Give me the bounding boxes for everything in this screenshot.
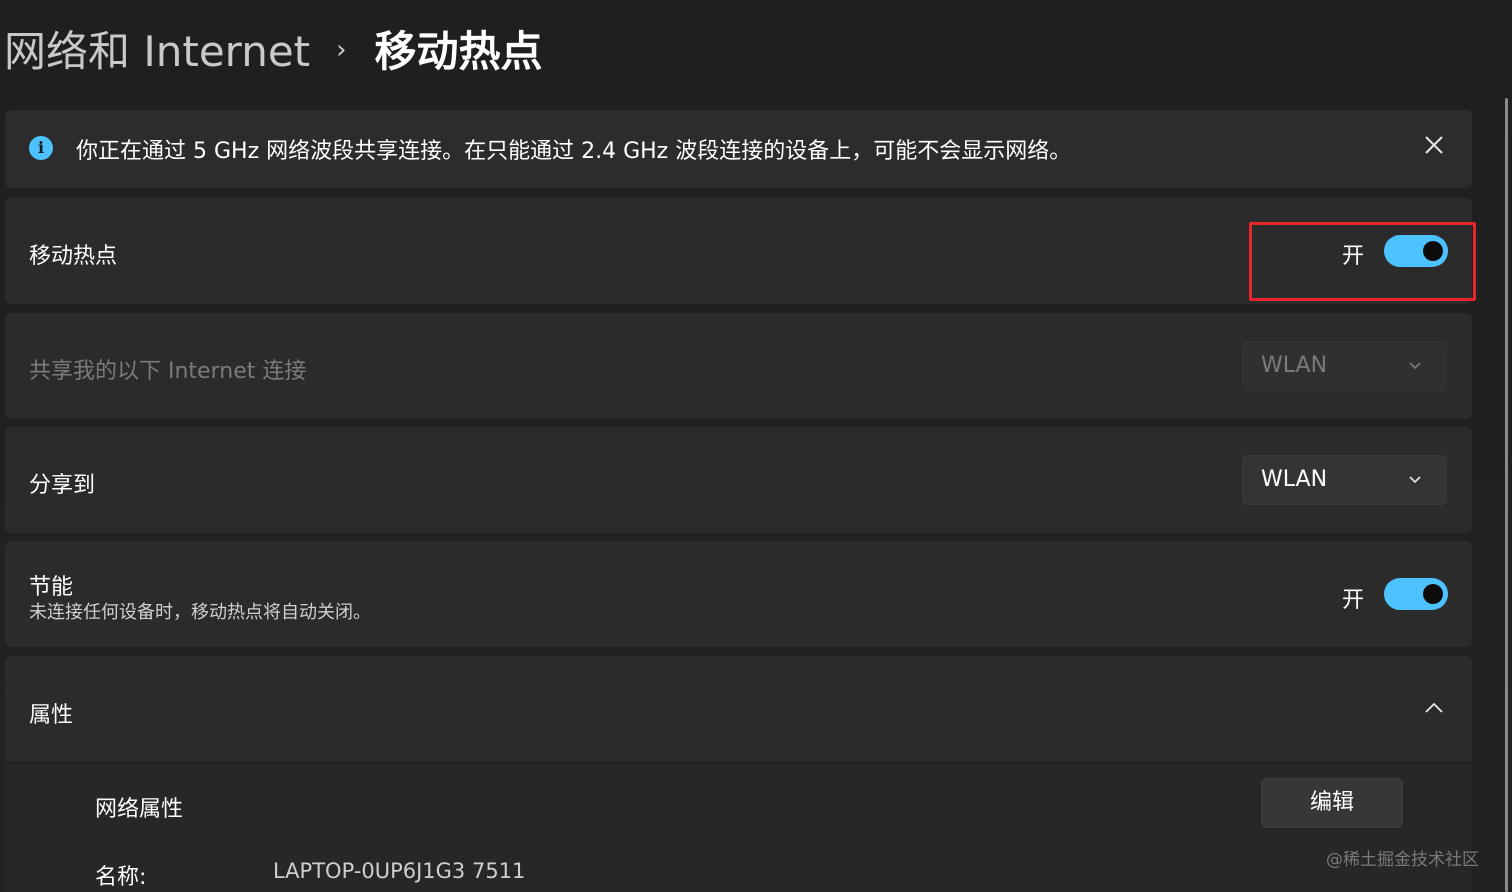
info-icon: i: [29, 136, 53, 160]
breadcrumb: 网络和 Internet › 移动热点: [4, 22, 543, 82]
chevron-down-icon: [1409, 476, 1421, 484]
network-properties-label: 网络属性: [95, 797, 184, 822]
properties-header[interactable]: [5, 656, 1472, 762]
share-from-label: 共享我的以下 Internet 连接: [29, 359, 307, 384]
name-value: LAPTOP-0UP6J1G3 7511: [273, 859, 526, 883]
watermark: @稀土掘金技术社区: [1326, 850, 1479, 870]
settings-page: 网络和 Internet › 移动热点 i 你正在通过 5 GHz 网络波段共享…: [0, 0, 1512, 892]
hotspot-label: 移动热点: [29, 244, 118, 269]
share-to-value: WLAN: [1261, 467, 1328, 492]
page-title: 移动热点: [374, 27, 543, 76]
edit-button[interactable]: 编辑: [1261, 778, 1403, 828]
share-to-label: 分享到: [29, 473, 96, 498]
close-icon[interactable]: [1420, 131, 1448, 159]
chevron-down-icon: [1409, 362, 1421, 370]
share-from-value: WLAN: [1261, 353, 1328, 378]
power-saving-toggle[interactable]: [1384, 578, 1448, 610]
toggle-knob: [1423, 584, 1443, 604]
power-saving-state-label: 开: [1342, 588, 1365, 613]
name-label: 名称:: [95, 865, 147, 890]
properties-body: [5, 764, 1472, 892]
scrollbar[interactable]: [1505, 98, 1508, 892]
info-message: 你正在通过 5 GHz 网络波段共享连接。在只能通过 2.4 GHz 波段连接的…: [76, 139, 1072, 164]
breadcrumb-separator-icon: ›: [336, 35, 347, 65]
highlight-box: [1249, 222, 1476, 301]
breadcrumb-parent[interactable]: 网络和 Internet: [4, 31, 310, 73]
power-saving-description: 未连接任何设备时，移动热点将自动关闭。: [29, 602, 371, 623]
properties-label: 属性: [29, 703, 74, 728]
share-to-dropdown[interactable]: WLAN: [1242, 455, 1447, 505]
power-saving-label: 节能: [29, 575, 74, 600]
chevron-up-icon[interactable]: [1422, 698, 1446, 718]
share-from-dropdown: WLAN: [1242, 341, 1447, 391]
power-saving-row: [5, 541, 1472, 647]
